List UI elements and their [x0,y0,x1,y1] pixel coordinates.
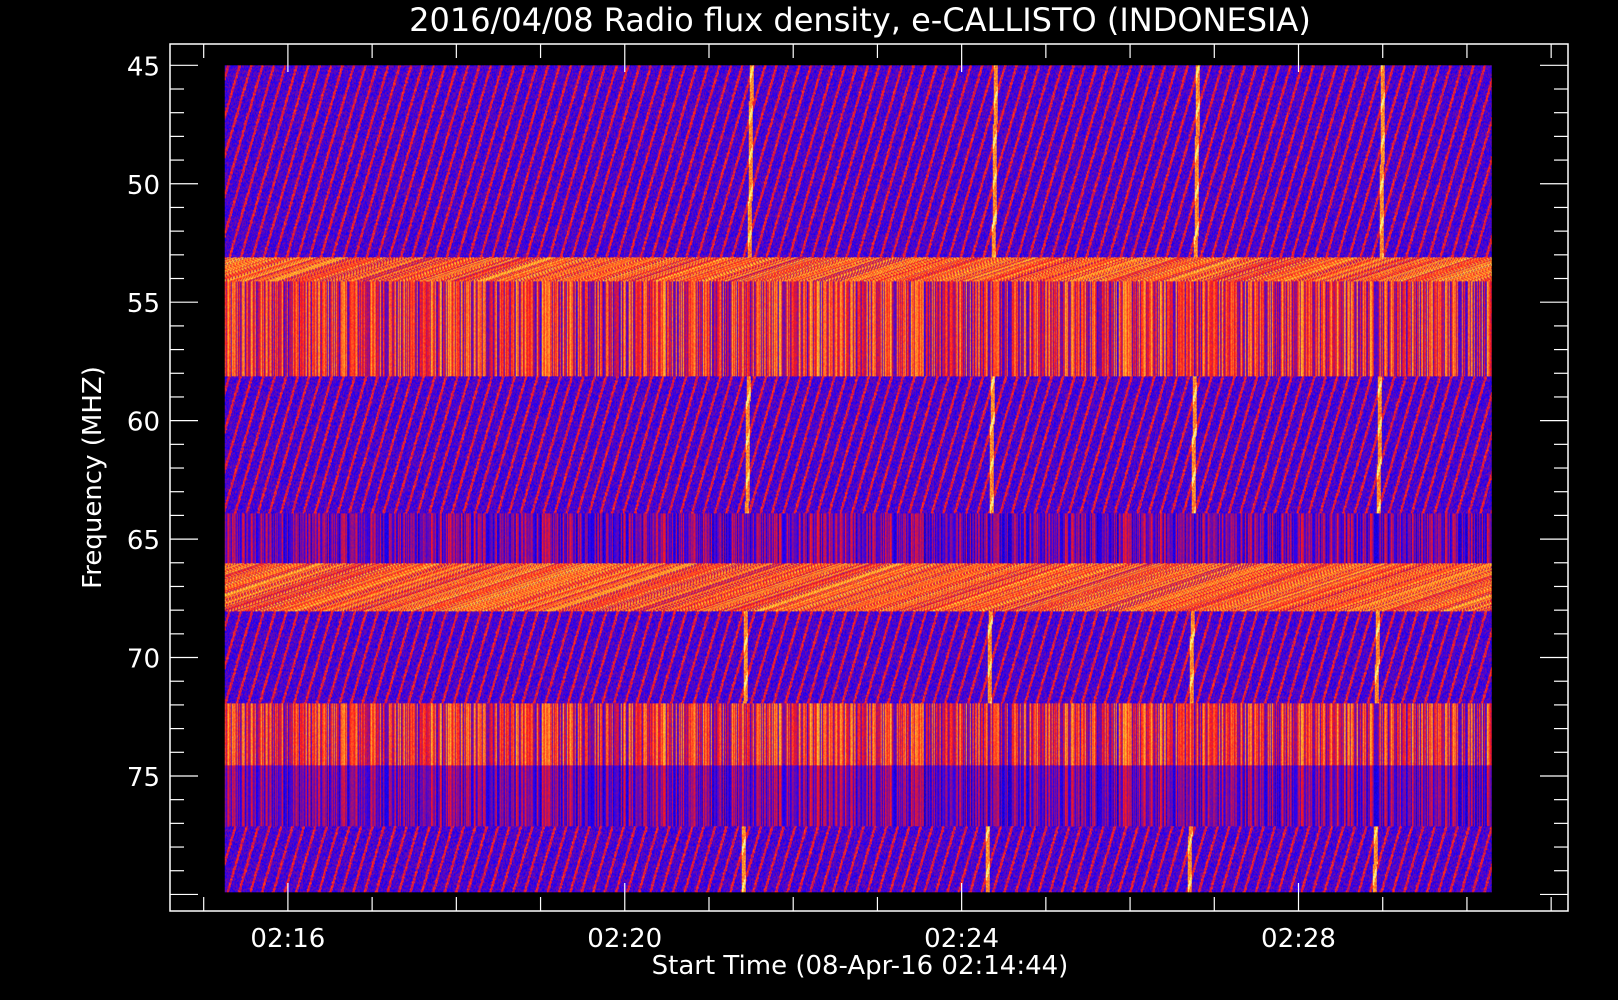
spectrogram-heatmap [224,65,1492,893]
y-tick-label: 70 [127,645,160,675]
y-tick-label: 65 [127,526,160,556]
y-tick-label: 60 [127,408,160,438]
x-tick-label: 02:28 [1261,924,1336,954]
y-axis-label: Frequency (MHZ) [78,366,108,589]
spectrogram-image [224,65,1492,893]
y-tick-label: 75 [127,763,160,793]
x-tick-label: 02:16 [250,924,325,954]
y-tick-label: 45 [127,52,160,82]
chart-title: 2016/04/08 Radio flux density, e-CALLIST… [409,1,1311,39]
y-tick-label: 55 [127,289,160,319]
x-axis-label: Start Time (08-Apr-16 02:14:44) [652,951,1069,981]
spectrogram-chart: 2016/04/08 Radio flux density, e-CALLIST… [0,0,1618,1000]
x-tick-label: 02:24 [924,924,999,954]
x-tick-label: 02:20 [587,924,662,954]
y-tick-label: 50 [127,171,160,201]
